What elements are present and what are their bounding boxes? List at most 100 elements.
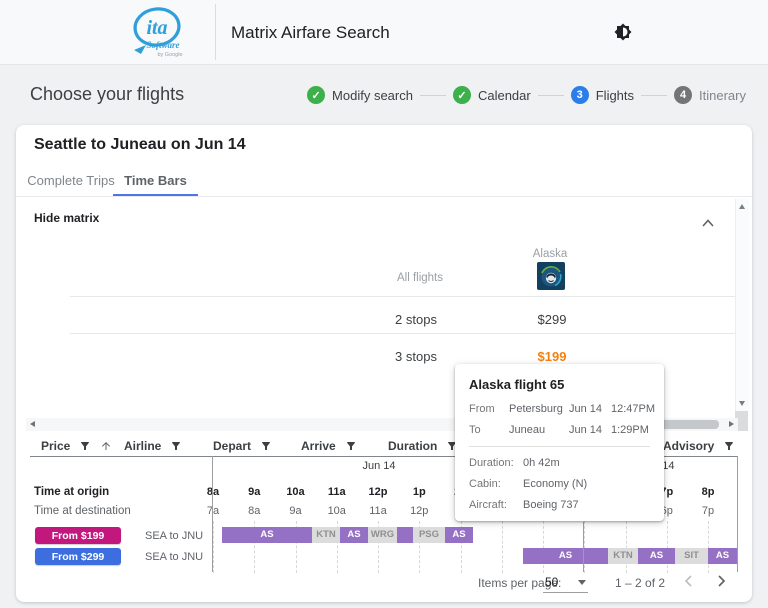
- check-icon: ✓: [311, 89, 320, 102]
- timeline-major-line: [583, 522, 584, 572]
- tab-time-bars[interactable]: Time Bars: [113, 165, 198, 196]
- items-per-page-select[interactable]: 50: [543, 573, 588, 593]
- timebar-flight-segment[interactable]: AS: [222, 527, 312, 543]
- column-label[interactable]: Depart: [213, 439, 251, 453]
- time-tick: 8a: [239, 505, 269, 517]
- step-modify-search-label[interactable]: Modify search: [332, 88, 413, 103]
- page: ita Software by Google Matrix Airfare Se…: [0, 0, 768, 608]
- timebar-layover-segment[interactable]: KTN: [312, 527, 340, 543]
- time-tick: 10a: [281, 486, 311, 498]
- column-label[interactable]: Price: [41, 439, 70, 453]
- items-per-page-value: 50: [545, 575, 558, 589]
- time-tick: 7p: [693, 505, 723, 517]
- page-range-label: 1 – 2 of 2: [615, 576, 665, 590]
- tab-complete-trips[interactable]: Complete Trips: [26, 165, 116, 196]
- ita-logo-graphic: ita Software by Google: [126, 4, 196, 60]
- time-tick: 9a: [239, 486, 269, 498]
- column-label[interactable]: Airline: [124, 439, 161, 453]
- scroll-right-arrow[interactable]: [729, 421, 734, 427]
- column-label[interactable]: Duration: [388, 439, 437, 453]
- alaska-airlines-logo[interactable]: [537, 262, 565, 295]
- filter-icon[interactable]: [260, 440, 272, 452]
- matrix-divider: [70, 333, 735, 334]
- step-modify-search-check-icon[interactable]: ✓: [307, 86, 325, 104]
- step-connector: [538, 95, 564, 96]
- column-header-arrive: Arrive: [301, 437, 357, 455]
- matrix-price-cell[interactable]: $299: [512, 307, 592, 333]
- timebar-flight-segment[interactable]: AS: [445, 527, 473, 543]
- time-tick: 11a: [363, 505, 393, 517]
- timebar-flight-segment[interactable]: AS: [523, 548, 608, 564]
- timebar-flight-segment[interactable]: AS: [340, 527, 368, 543]
- column-label[interactable]: Advisory: [663, 439, 714, 453]
- matrix-divider: [70, 296, 735, 297]
- timeline-date-label: Jun 14: [349, 460, 409, 472]
- filter-icon[interactable]: [345, 440, 357, 452]
- time-tick: 7a: [198, 505, 228, 517]
- page-title: Choose your flights: [30, 84, 184, 105]
- timebar-flight-segment[interactable]: AS: [708, 548, 737, 564]
- app-header: ita Software by Google Matrix Airfare Se…: [0, 0, 768, 65]
- next-page-button[interactable]: [714, 574, 728, 588]
- time-tick: 1p: [404, 486, 434, 498]
- time-tick: 12p: [404, 505, 434, 517]
- check-icon: ✓: [457, 89, 466, 102]
- chevron-up-icon[interactable]: [701, 215, 715, 225]
- hide-matrix-toggle[interactable]: Hide matrix: [34, 211, 99, 229]
- timebar-layover-segment[interactable]: KTN: [608, 548, 638, 564]
- filter-icon[interactable]: [170, 440, 182, 452]
- svg-text:by Google: by Google: [157, 52, 182, 58]
- sort-ascending-icon[interactable]: [100, 440, 112, 452]
- timebar-flight-segment[interactable]: [397, 527, 413, 543]
- timeline-major-line: [212, 456, 213, 572]
- step-calendar-check-icon[interactable]: ✓: [453, 86, 471, 104]
- timeline-major-line: [737, 456, 738, 572]
- timebar-layover-segment[interactable]: PSG: [413, 527, 445, 543]
- svg-text:ita: ita: [146, 17, 167, 39]
- dark-mode-toggle[interactable]: [614, 23, 632, 41]
- step-itinerary-label: Itinerary: [699, 88, 746, 103]
- scroll-left-arrow[interactable]: [30, 421, 35, 427]
- step-itinerary-number: 4: [674, 86, 692, 104]
- scroll-down-arrow[interactable]: [739, 401, 745, 406]
- time-tick: 8a: [198, 486, 228, 498]
- time-tick: 8p: [693, 486, 723, 498]
- column-header-advisory: Advisory: [663, 437, 735, 455]
- time-tick: 10a: [322, 505, 352, 517]
- dropdown-caret-icon: [578, 580, 586, 585]
- header-divider: [215, 4, 216, 60]
- tooltip-leg-to: To Juneau Jun 14 1:29PM: [469, 424, 650, 436]
- step-flights-number[interactable]: 3: [571, 86, 589, 104]
- column-label[interactable]: Arrive: [301, 439, 336, 453]
- tooltip-cabin-row: Cabin: Economy (N): [469, 478, 650, 490]
- step-calendar-label[interactable]: Calendar: [478, 88, 531, 103]
- tooltip-leg-from: From Petersburg Jun 14 12:47PM: [469, 403, 650, 415]
- scroll-up-arrow[interactable]: [739, 204, 745, 209]
- vertical-scrollbar[interactable]: [735, 199, 749, 411]
- tabs-divider: [16, 196, 752, 197]
- column-header-depart: Depart: [213, 437, 272, 455]
- matrix-all-flights-label: All flights: [360, 272, 480, 284]
- timebar-layover-segment[interactable]: SIT: [675, 548, 708, 564]
- bar-row-1-segments: ASKTNASWRGPSGAS: [16, 527, 752, 543]
- column-header-duration: Duration: [388, 437, 458, 455]
- time-tick: 9a: [281, 505, 311, 517]
- svg-text:Software: Software: [146, 40, 179, 50]
- results-card: Seattle to Juneau on Jun 14 Complete Tri…: [16, 125, 752, 602]
- column-header-price: Price: [41, 437, 112, 455]
- route-title: Seattle to Juneau on Jun 14: [34, 136, 246, 154]
- tooltip-duration-row: Duration: 0h 42m: [469, 457, 650, 469]
- brightness-icon: [614, 23, 632, 41]
- step-flights-label[interactable]: Flights: [596, 88, 634, 103]
- filter-icon[interactable]: [723, 440, 735, 452]
- timebar-layover-segment[interactable]: WRG: [368, 527, 397, 543]
- tooltip-aircraft-row: Aircraft: Boeing 737: [469, 499, 650, 511]
- previous-page-button[interactable]: [682, 574, 696, 588]
- filter-icon[interactable]: [79, 440, 91, 452]
- step-number: 3: [577, 89, 583, 101]
- step-connector: [420, 95, 446, 96]
- timebar-flight-segment[interactable]: AS: [638, 548, 675, 564]
- ita-software-logo: ita Software by Google: [126, 4, 196, 60]
- app-title: Matrix Airfare Search: [231, 23, 390, 43]
- bar-row-2-segments: ASKTNASSITAS: [16, 548, 752, 564]
